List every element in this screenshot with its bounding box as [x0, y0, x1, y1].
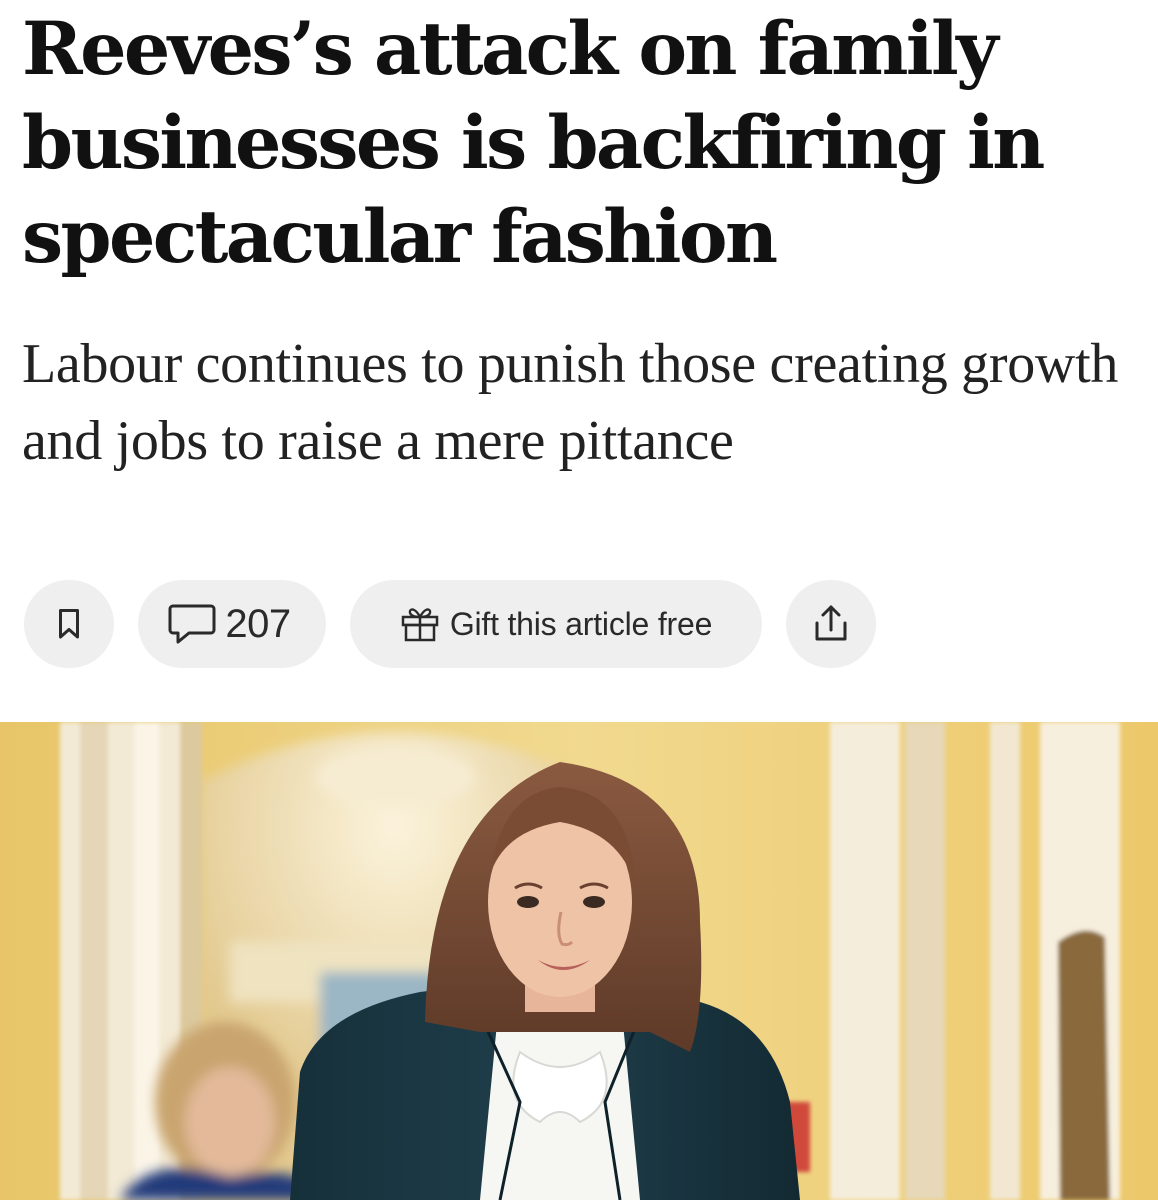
article-hero-image	[0, 722, 1158, 1200]
save-article-button[interactable]	[24, 580, 114, 668]
gift-icon	[400, 606, 440, 642]
comment-icon	[167, 602, 217, 646]
gift-article-label: Gift this article free	[449, 605, 713, 642]
comments-button[interactable]: 207	[138, 580, 326, 668]
bookmark-icon	[58, 608, 80, 640]
comment-count: 207	[225, 601, 291, 646]
article-action-bar: 207 Gift this article free	[24, 580, 876, 668]
article-standfirst: Labour continues to punish those creatin…	[22, 333, 1119, 472]
share-icon	[811, 603, 851, 645]
gift-article-button[interactable]: Gift this article free	[350, 580, 762, 668]
share-button[interactable]	[786, 580, 876, 668]
article-headline: Reeves’s attack on family businesses is …	[22, 6, 1045, 280]
